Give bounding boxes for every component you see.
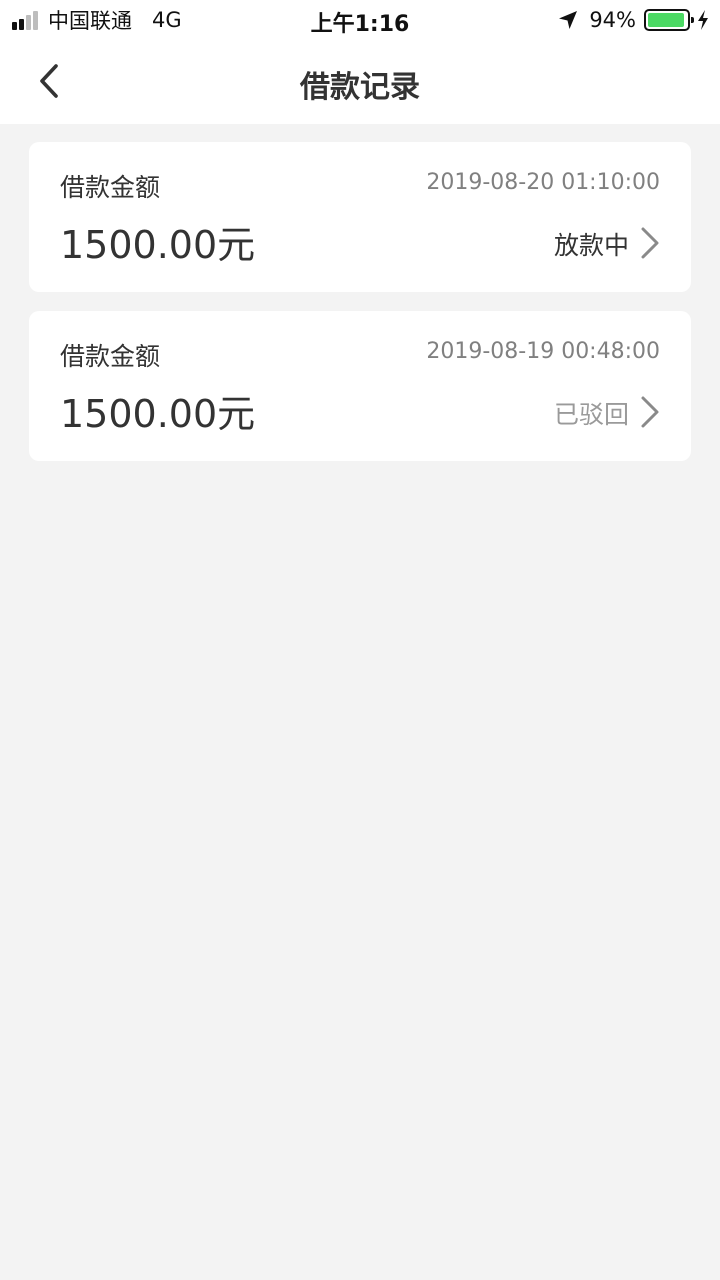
record-time: 2019-08-19 00:48:00	[426, 339, 660, 364]
battery-percent: 94%	[589, 8, 636, 32]
nav-bar: 借款记录	[0, 40, 720, 124]
record-time: 2019-08-20 01:10:00	[426, 170, 660, 195]
location-arrow-icon	[559, 11, 578, 29]
status-bar: 中国联通 4G 上午1:16 94%	[0, 0, 720, 40]
loan-amount: 1500.00元	[60, 223, 256, 267]
status-right: 94%	[557, 8, 710, 32]
battery-fill	[648, 13, 684, 27]
chevron-right-icon	[641, 227, 659, 259]
chevron-right-icon	[641, 396, 659, 428]
status-badge: 放款中	[553, 231, 629, 260]
back-button[interactable]	[26, 58, 72, 104]
battery-icon	[644, 9, 694, 31]
amount-label: 借款金额	[60, 342, 161, 371]
loan-record-card[interactable]: 借款金额 2019-08-19 00:48:00 1500.00元 已驳回	[29, 311, 691, 461]
chevron-left-icon	[40, 64, 58, 98]
charging-bolt-icon	[698, 10, 708, 30]
amount-label: 借款金额	[60, 173, 161, 202]
page-title: 借款记录	[300, 70, 420, 105]
loan-record-card[interactable]: 借款金额 2019-08-20 01:10:00 1500.00元 放款中	[29, 142, 691, 292]
loan-amount: 1500.00元	[60, 392, 256, 436]
status-badge: 已驳回	[553, 400, 629, 429]
loan-record-list: 借款金额 2019-08-20 01:10:00 1500.00元 放款中 借款…	[29, 142, 691, 480]
